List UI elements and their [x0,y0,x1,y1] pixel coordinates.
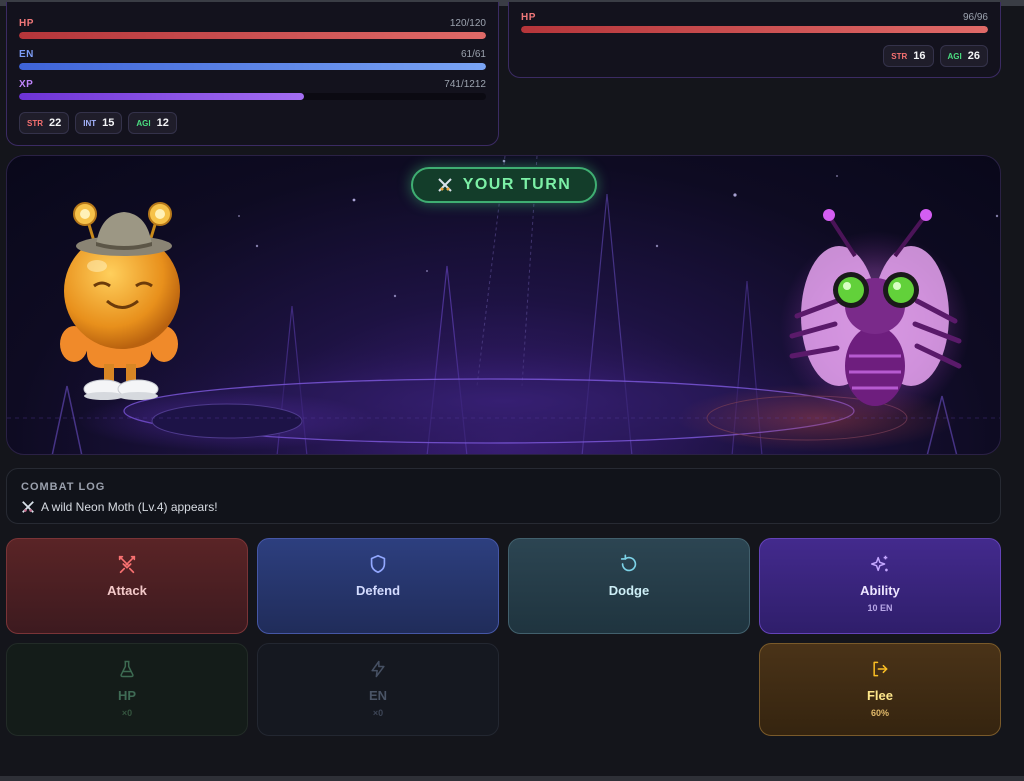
turn-indicator: YOUR TURN [411,167,597,203]
attack-button[interactable]: Attack [6,538,248,634]
player-hp-value: 120/120 [449,18,486,29]
enemy-hp-value: 96/96 [962,12,988,23]
enemy-status-panel: HP 96/96 STR 16 AGI 26 [508,2,1001,78]
hp-potion-count: ×0 [121,708,133,718]
badge-value: 15 [102,117,115,129]
en-potion-count: ×0 [372,708,384,718]
player-xp-bar [19,93,486,100]
log-entry: A wild Neon Moth (Lv.4) appears! [21,500,218,514]
shield-icon [367,553,389,575]
crossed-swords-icon [22,501,34,513]
enemy-agi-badge: AGI 26 [939,45,988,67]
player-en-bar [19,63,486,70]
player-xp-row: XP 741/1212 [19,79,486,100]
enemy-hp-bar [521,26,988,33]
player-hp-bar [19,32,486,39]
enemy-attributes: STR 16 AGI 26 [883,45,988,67]
dodge-label: Dodge [608,583,650,598]
enemy-hp-row: HP 96/96 [521,12,988,33]
badge-key: AGI [136,118,151,128]
attack-label: Attack [107,583,147,598]
hp-potion-label: HP [117,688,137,703]
badge-value: 12 [156,117,169,129]
sparkles-icon [869,553,891,575]
lightning-icon [368,658,388,680]
combat-log-panel: COMBAT LOG A wild Neon Moth (Lv.4) appea… [6,468,1001,524]
player-xp-label: XP [19,79,34,90]
sword-icon [116,553,138,575]
badge-key: AGI [947,51,962,61]
player-hp-fill [19,32,486,39]
player-attributes: STR 22 INT 15 AGI 12 [19,112,177,134]
enemy-hp-label: HP [521,12,536,23]
turn-label: YOUR TURN [462,176,572,193]
badge-value: 26 [967,50,980,62]
crossed-swords-icon [437,178,452,192]
flask-icon [117,658,137,680]
hp-potion-button[interactable]: HP ×0 [6,643,248,736]
badge-key: STR [891,51,908,61]
battle-arena: YOUR TURN [6,155,1001,455]
player-robot-sprite [60,202,180,400]
player-en-fill [19,63,486,70]
rotate-icon [618,553,640,575]
combat-log-title: COMBAT LOG [21,481,106,493]
flee-label: Flee [866,688,893,703]
ability-button[interactable]: Ability 10 EN [759,538,1001,634]
en-potion-label: EN [368,688,388,703]
defend-label: Defend [355,583,401,598]
flee-chance: 60% [870,708,889,718]
log-entry-text: A wild Neon Moth (Lv.4) appears! [41,500,218,514]
player-int-badge: INT 15 [75,112,123,134]
player-en-row: EN 61/61 [19,49,486,70]
player-str-badge: STR 22 [19,112,70,134]
enemy-hp-fill [521,26,988,33]
player-status-panel: HP 120/120 EN 61/61 XP 741/1212 STR 22 IN… [6,2,499,146]
dodge-button[interactable]: Dodge [508,538,750,634]
badge-value: 16 [913,50,926,62]
bottom-border [0,776,1024,781]
player-xp-value: 741/1212 [444,79,486,90]
en-potion-button[interactable]: EN ×0 [257,643,499,736]
badge-key: INT [83,118,97,128]
ability-cost: 10 EN [867,603,893,613]
exit-icon [870,658,890,680]
flee-button[interactable]: Flee 60% [759,643,1001,736]
player-en-label: EN [19,49,34,60]
player-en-value: 61/61 [460,49,486,60]
player-hp-label: HP [19,18,34,29]
enemy-str-badge: STR 16 [883,45,934,67]
badge-value: 22 [49,117,62,129]
player-xp-fill [19,93,305,100]
badge-key: STR [27,118,43,128]
enemy-moth-sprite [780,209,970,421]
defend-button[interactable]: Defend [257,538,499,634]
player-hp-row: HP 120/120 [19,18,486,39]
player-agi-badge: AGI 12 [128,112,177,134]
ability-label: Ability [860,583,900,598]
